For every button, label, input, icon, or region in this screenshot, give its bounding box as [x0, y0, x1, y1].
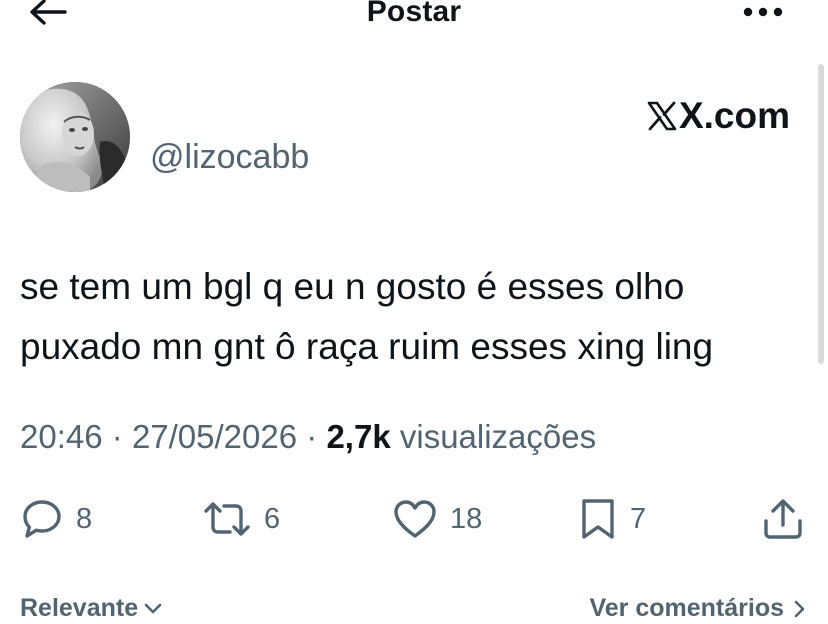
retweet-icon	[204, 502, 250, 536]
separator-dot: ·	[306, 418, 327, 455]
brand-watermark: X.com	[647, 95, 790, 136]
bookmark-count: 7	[630, 502, 647, 535]
retweet-button[interactable]: 6	[202, 494, 280, 544]
bookmark-icon	[582, 499, 614, 539]
bookmark-button[interactable]: 7	[578, 494, 646, 544]
views-label[interactable]: visualizações	[400, 418, 596, 455]
avatar-photo	[20, 82, 130, 192]
separator-dot: ·	[111, 418, 132, 455]
x-logo-icon	[647, 101, 677, 131]
share-icon	[764, 499, 802, 539]
reply-icon	[23, 500, 61, 538]
share-button[interactable]	[760, 494, 806, 544]
chevron-down-icon	[144, 603, 162, 613]
action-bar: 8 6 18 7	[0, 494, 828, 544]
more-options-button[interactable]	[742, 4, 784, 20]
top-bar: Postar	[0, 0, 828, 30]
reply-button[interactable]: 8	[20, 494, 92, 544]
scrollbar[interactable]	[818, 64, 824, 364]
tweet-meta: 20:46 · 27/05/2026 · 2,7k visualizações	[20, 418, 596, 456]
like-count: 18	[450, 502, 483, 535]
tweet-time: 20:46	[20, 418, 103, 455]
views-count[interactable]: 2,7k	[326, 418, 390, 455]
page-title: Postar	[366, 0, 462, 28]
like-button[interactable]: 18	[392, 494, 482, 544]
reply-count: 8	[76, 502, 93, 535]
tweet-text: se tem um bgl q eu n gosto é esses olho …	[20, 257, 810, 377]
chevron-right-icon	[794, 600, 805, 617]
tweet-text-line: se tem um bgl q eu n gosto é esses olho	[20, 266, 685, 307]
user-handle[interactable]: @lizocabb	[150, 138, 309, 177]
brand-text: X.com	[678, 95, 790, 136]
more-horizontal-icon	[743, 7, 783, 17]
tweet-text-line: puxado mn gnt ô raça ruim esses xing lin…	[20, 326, 714, 367]
heart-icon	[394, 500, 436, 538]
tweet-date: 27/05/2026	[131, 418, 298, 455]
retweet-count: 6	[264, 502, 281, 535]
avatar[interactable]	[20, 82, 130, 192]
comments-bar: Relevante Ver comentários	[0, 594, 828, 624]
